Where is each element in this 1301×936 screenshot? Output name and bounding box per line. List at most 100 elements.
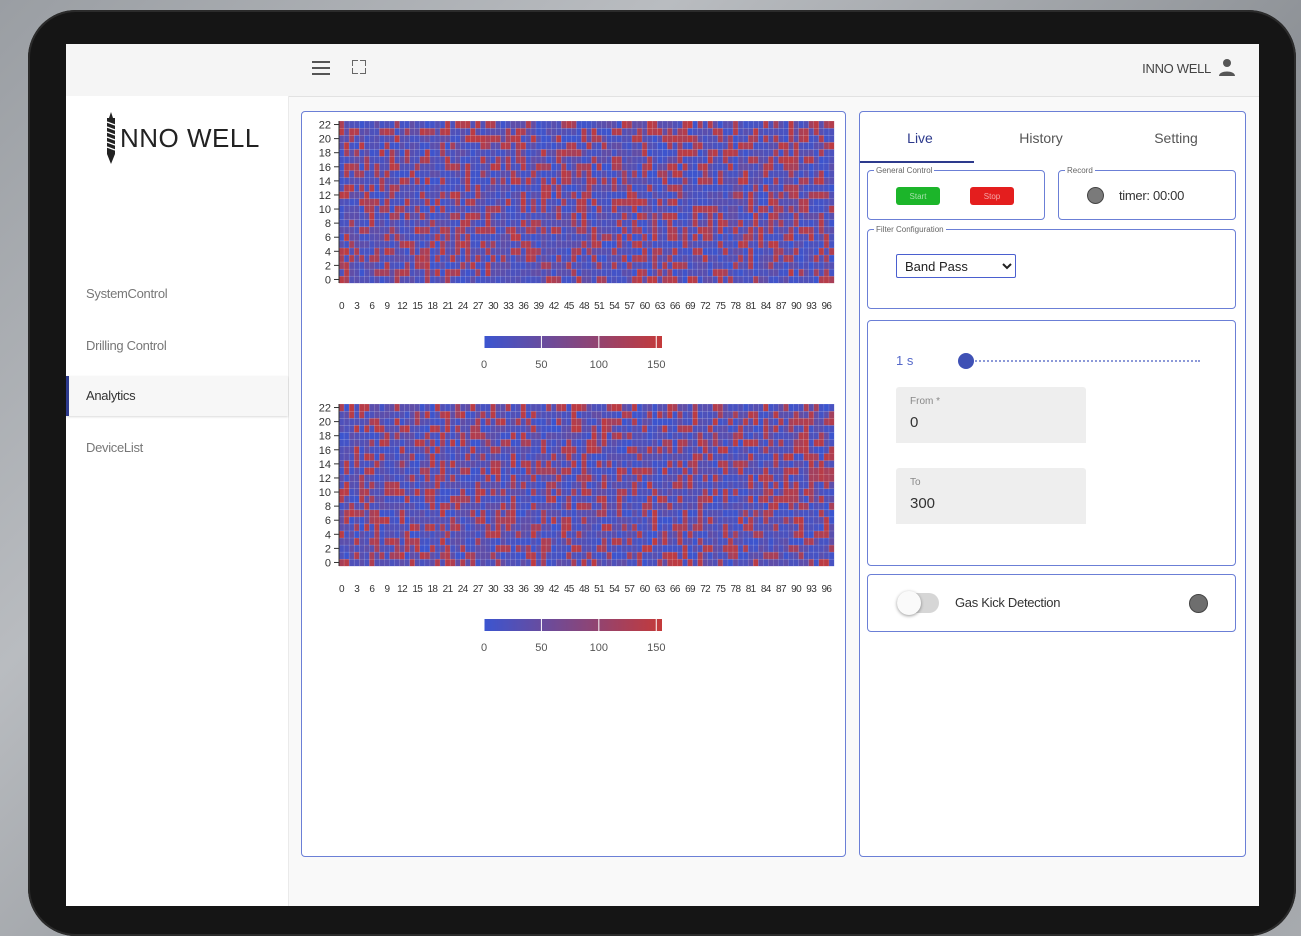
to-input[interactable] [910,495,1070,512]
heatmap-cell [752,544,759,553]
heatmap-cell [677,453,683,461]
heatmap-cell [353,184,360,192]
hamburger-menu-icon[interactable] [312,61,330,75]
heatmap-cell [828,502,835,511]
heatmap-cell [823,537,830,546]
heatmap-cell [525,495,532,504]
heatmap-cell [379,495,385,504]
heatmap-cell [399,219,406,228]
heatmap-cell [485,537,491,546]
heatmap-cell [530,148,537,157]
user-name[interactable]: INNO WELL [1142,61,1211,76]
tab-setting[interactable]: Setting [1116,120,1236,156]
heatmap-cell [692,219,699,228]
heatmap-cell [454,403,461,412]
sidebar-item-analytics[interactable]: Analytics [66,376,288,416]
from-field[interactable]: From * [896,387,1086,443]
heatmap-cell [763,254,769,263]
heatmap-cell [763,120,769,129]
heatmap-cell [389,233,395,242]
tab-live[interactable]: Live [860,120,980,156]
to-field[interactable]: To [896,468,1086,524]
heatmap-cell [500,502,507,511]
heatmap-cell [677,226,683,235]
heatmap-cell [530,134,537,143]
filter-type-select[interactable]: Band Pass [896,254,1016,278]
heatmap-cell [672,261,678,270]
heatmap-cell [682,141,688,150]
heatmap-cell [818,544,825,553]
heatmap-cell [586,163,592,171]
heatmap-cell [429,226,436,235]
heatmap-cell [566,460,572,468]
heatmap-cell [586,410,592,419]
heatmap-cell [808,460,815,468]
heatmap-cell [399,205,406,213]
heatmap-cell [429,509,436,518]
heatmap-cell [682,177,688,185]
heatmap-cell [641,410,648,419]
heatmap-cell [434,530,441,539]
gas-kick-toggle[interactable] [897,591,939,615]
heatmap-cell [616,474,623,482]
heatmap-cell [475,205,481,213]
slider-thumb[interactable] [958,353,974,369]
heatmap-cell [384,446,390,454]
heatmap-cell [651,431,658,440]
slider-track[interactable] [964,360,1200,362]
heatmap-cell [768,467,774,475]
heatmap-cell [348,424,355,433]
heatmap-cell [439,177,446,185]
from-input[interactable] [910,414,1070,431]
sidebar-item-drilling-control[interactable]: Drilling Control [66,326,288,366]
heatmap-cell [646,453,653,461]
heatmap-cell [555,170,562,178]
heatmap-cell [687,460,693,468]
heatmap-cell [404,226,411,235]
heatmap-cell [571,268,577,277]
heatmap-cell [808,156,815,164]
heatmap-cell [530,495,537,504]
heatmap-cell [808,198,815,206]
sidebar-item-devicelist[interactable]: DeviceList [66,428,288,468]
person-icon[interactable] [1219,58,1235,76]
heatmap-cell [828,191,835,199]
heatmap-cell [460,212,466,221]
heatmap-cell [601,205,608,213]
heatmap-cell [485,410,491,419]
heatmap-cell [606,410,613,419]
heatmap-cell [485,163,491,171]
heatmap-cell [657,481,663,489]
heatmap-cell [419,120,426,129]
heatmap-cell [672,495,678,504]
toggle-knob[interactable] [897,591,921,615]
heatmap-cell [727,481,734,489]
heatmap-cell [596,537,603,546]
heatmap-cell [818,516,825,525]
heatmap-cell [662,226,668,235]
heatmap-cell [621,410,628,419]
heatmap-cell [515,509,522,518]
heatmap-cell [682,261,688,270]
heatmap-cell [454,233,461,242]
start-button[interactable]: Start [896,187,940,205]
heatmap-cell [712,212,719,221]
heatmap-cell [732,141,739,150]
sidebar-item-systemcontrol[interactable]: SystemControl [66,274,288,314]
heatmap-cell [783,488,789,496]
heatmap-cell [621,219,628,228]
heatmap-cell [712,467,719,475]
heatmap-cell [434,156,441,164]
heatmap-cell [783,141,789,150]
heatmap-cell [449,219,456,228]
heatmap-cell [677,163,683,171]
tab-history[interactable]: History [981,120,1101,156]
stop-button[interactable]: Stop [970,187,1014,205]
heatmap-cell [510,516,517,525]
heatmap-cell [687,558,693,567]
heatmap-cell [520,268,527,277]
heatmap-cell [444,551,451,560]
heatmap-cell [626,219,633,228]
fullscreen-icon[interactable] [352,60,366,74]
heatmap-cell [798,488,805,496]
